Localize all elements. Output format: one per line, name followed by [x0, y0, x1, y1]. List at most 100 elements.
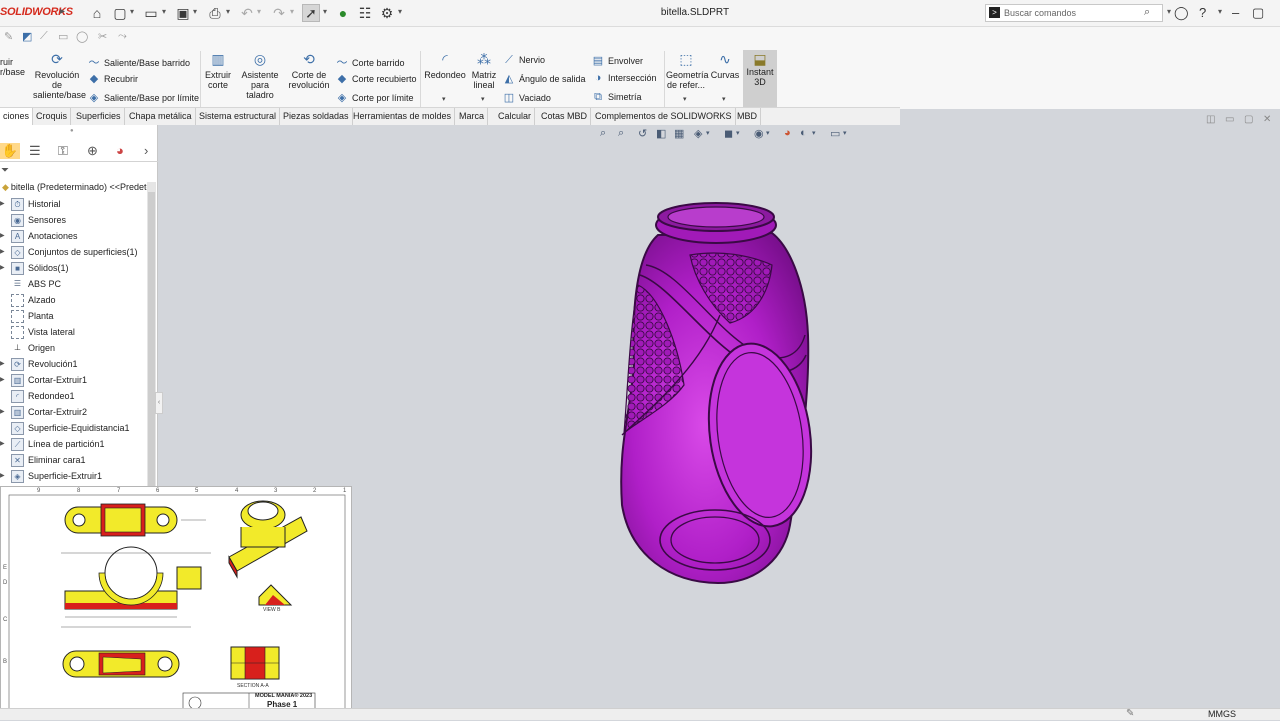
tab-operaciones[interactable]: ciones	[0, 108, 33, 125]
display-manager-tab-icon[interactable]: ◕	[116, 143, 124, 158]
tab-calcular[interactable]: Calcular	[495, 108, 536, 125]
user-account-icon[interactable]: ◯	[1174, 5, 1189, 21]
fillet-dropdown-icon[interactable]: ▾	[442, 95, 446, 103]
extrude-boss-button[interactable]: ruir r/base	[0, 57, 26, 77]
pattern-dropdown-icon[interactable]: ▾	[481, 95, 485, 103]
zoom-to-area-icon[interactable]: ⌕	[618, 127, 624, 140]
dimxpert-tab-icon[interactable]: ⊕	[87, 143, 98, 159]
tab-complementos[interactable]: Complementos de SOLIDWORKS	[592, 108, 736, 125]
search-dropdown-icon[interactable]: ▾	[1167, 7, 1171, 16]
undo-dropdown-icon[interactable]: ▾	[257, 7, 261, 16]
wrap-button[interactable]: ▤ Envolver	[591, 54, 643, 67]
save-dropdown-icon[interactable]: ▾	[193, 7, 197, 16]
open-dropdown-icon[interactable]: ▾	[162, 7, 166, 16]
edit-appearance-icon[interactable]: ◕	[784, 127, 791, 139]
draft-button[interactable]: ◭ Ángulo de salida	[502, 72, 586, 85]
loft-cut-button[interactable]: ◆ Corte recubierto	[335, 72, 417, 85]
tab-mbd[interactable]: MBD	[734, 108, 761, 125]
hole-wizard-button[interactable]: ◎ Asistente para taladro	[236, 51, 284, 100]
panel-tabs-more-icon[interactable]: ›	[144, 143, 148, 158]
previous-view-icon[interactable]: ↺	[638, 127, 647, 140]
save-icon[interactable]: ▣	[174, 4, 192, 22]
curves-button[interactable]: ∿ Curvas	[710, 51, 740, 80]
revolve-cut-button[interactable]: ⟲ Corte de revolución	[288, 51, 330, 90]
viewport-minimize-icon[interactable]: ▭	[1225, 114, 1234, 125]
status-customize-icon[interactable]: ✎	[1126, 708, 1134, 719]
intersect-button[interactable]: ◑ Intersección	[591, 72, 657, 84]
undo-icon[interactable]: ↶	[238, 4, 256, 22]
panel-grip-icon[interactable]: ●	[70, 128, 74, 134]
help-dropdown-icon[interactable]: ▾	[1218, 7, 1222, 16]
property-manager-tab-icon[interactable]: ☰	[29, 143, 41, 159]
apply-scene-icon[interactable]: ◐	[800, 127, 807, 139]
smart-dimension-icon[interactable]: ◩	[22, 30, 32, 43]
boundary-cut-button[interactable]: ◈ Corte por límite	[335, 91, 414, 104]
line-tool-icon[interactable]: ⟋	[40, 30, 48, 43]
tab-herramientas-moldes[interactable]: Herramientas de moldes	[350, 108, 456, 125]
display-style-dropdown-icon[interactable]: ▾	[736, 129, 740, 137]
rebuild-traffic-light-icon[interactable]: ●	[334, 4, 352, 22]
loft-boss-button[interactable]: ◆ Recubrir	[87, 72, 138, 85]
view-orientation-dropdown-icon[interactable]: ▾	[706, 129, 710, 137]
shell-button[interactable]: ◫ Vaciado	[502, 91, 551, 104]
rib-button[interactable]: ⟋ Nervio	[502, 54, 545, 67]
tree-root-part[interactable]: ◆ bitella (Predeterminado) <<Predete	[2, 182, 152, 193]
logo-menu-arrow-icon[interactable]: ▸	[60, 6, 65, 17]
help-icon[interactable]: ?	[1199, 5, 1206, 20]
select-cursor-icon[interactable]: ➚	[302, 4, 320, 22]
sweep-boss-button[interactable]: 〜 Saliente/Base barrido	[87, 54, 191, 70]
rectangle-tool-icon[interactable]: ▭	[58, 30, 68, 43]
tab-chapa-metalica[interactable]: Chapa metálica	[126, 108, 196, 125]
section-view-icon[interactable]: ◧	[656, 127, 666, 140]
hide-show-items-icon[interactable]: ◉	[754, 127, 764, 140]
circle-tool-icon[interactable]: ◯	[76, 30, 88, 43]
tab-sistema-estructural[interactable]: Sistema estructural	[196, 108, 281, 125]
options-gear-icon[interactable]: ⚙	[378, 4, 396, 22]
unit-system[interactable]: MMGS	[1208, 709, 1236, 719]
print-icon[interactable]: ⎙	[206, 4, 224, 22]
zoom-to-fit-icon[interactable]: ⌕	[600, 127, 606, 140]
mirror-button[interactable]: ⧉ Simetría	[591, 91, 641, 104]
new-document-icon[interactable]: ▢	[111, 4, 129, 22]
scene-dropdown-icon[interactable]: ▾	[812, 129, 816, 137]
ref-geometry-dropdown-icon[interactable]: ▾	[683, 95, 687, 103]
convert-entities-icon[interactable]: ⤳	[118, 30, 127, 43]
revolve-boss-button[interactable]: ⟳ Revolución de saliente/base	[33, 51, 86, 100]
panel-collapse-handle[interactable]: ‹	[155, 392, 163, 414]
dynamic-annotation-icon[interactable]: ▦	[674, 127, 684, 140]
print-dropdown-icon[interactable]: ▾	[226, 7, 230, 16]
options-dropdown-icon[interactable]: ▾	[398, 7, 402, 16]
hide-show-dropdown-icon[interactable]: ▾	[766, 129, 770, 137]
configuration-manager-tab-icon[interactable]: ⚿	[58, 143, 68, 159]
search-commands-box[interactable]: > Buscar comandos ⌕	[985, 4, 1163, 22]
tree-scrollbar-thumb[interactable]	[148, 192, 155, 487]
viewport-close-icon[interactable]: ✕	[1263, 114, 1271, 125]
viewport-restore-icon[interactable]: ◫	[1206, 114, 1215, 125]
select-dropdown-icon[interactable]: ▾	[323, 7, 327, 16]
boundary-boss-button[interactable]: ◈ Saliente/Base por límite	[87, 91, 199, 104]
restore-icon[interactable]: ▢	[1252, 5, 1264, 21]
filter-icon[interactable]: ⏷	[1, 165, 9, 176]
view-settings-monitor-icon[interactable]: ▭	[830, 127, 840, 140]
sweep-cut-button[interactable]: 〜 Corte barrido	[335, 54, 405, 70]
trim-tool-icon[interactable]: ✂	[98, 30, 107, 43]
feature-manager-tab-icon[interactable]: ✋	[0, 143, 20, 159]
search-icon[interactable]: ⌕	[1144, 6, 1150, 19]
redo-icon[interactable]: ↷	[270, 4, 288, 22]
reference-geometry-button[interactable]: ⬚ Geometría de refer...	[666, 51, 709, 90]
instant3d-button[interactable]: ⬓ Instant 3D	[743, 50, 777, 107]
redo-dropdown-icon[interactable]: ▾	[290, 7, 294, 16]
tab-marca[interactable]: Marca	[456, 108, 489, 125]
tab-croquis[interactable]: Croquis	[33, 108, 72, 125]
tree-scrollbar[interactable]	[147, 182, 156, 487]
home-icon[interactable]: ⌂	[88, 4, 106, 22]
view-orientation-icon[interactable]: ◈	[694, 127, 702, 140]
tab-cotas-mbd[interactable]: Cotas MBD	[538, 108, 592, 125]
viewport-maximize-icon[interactable]: ▢	[1244, 114, 1253, 125]
linear-pattern-button[interactable]: ⁂ Matriz lineal	[470, 51, 498, 90]
curves-dropdown-icon[interactable]: ▾	[722, 95, 726, 103]
tab-superficies[interactable]: Superficies	[73, 108, 125, 125]
open-folder-icon[interactable]: ▭	[142, 4, 160, 22]
fillet-button[interactable]: ◜ Redondeo	[423, 51, 467, 80]
display-style-icon[interactable]: ◼	[724, 127, 733, 140]
